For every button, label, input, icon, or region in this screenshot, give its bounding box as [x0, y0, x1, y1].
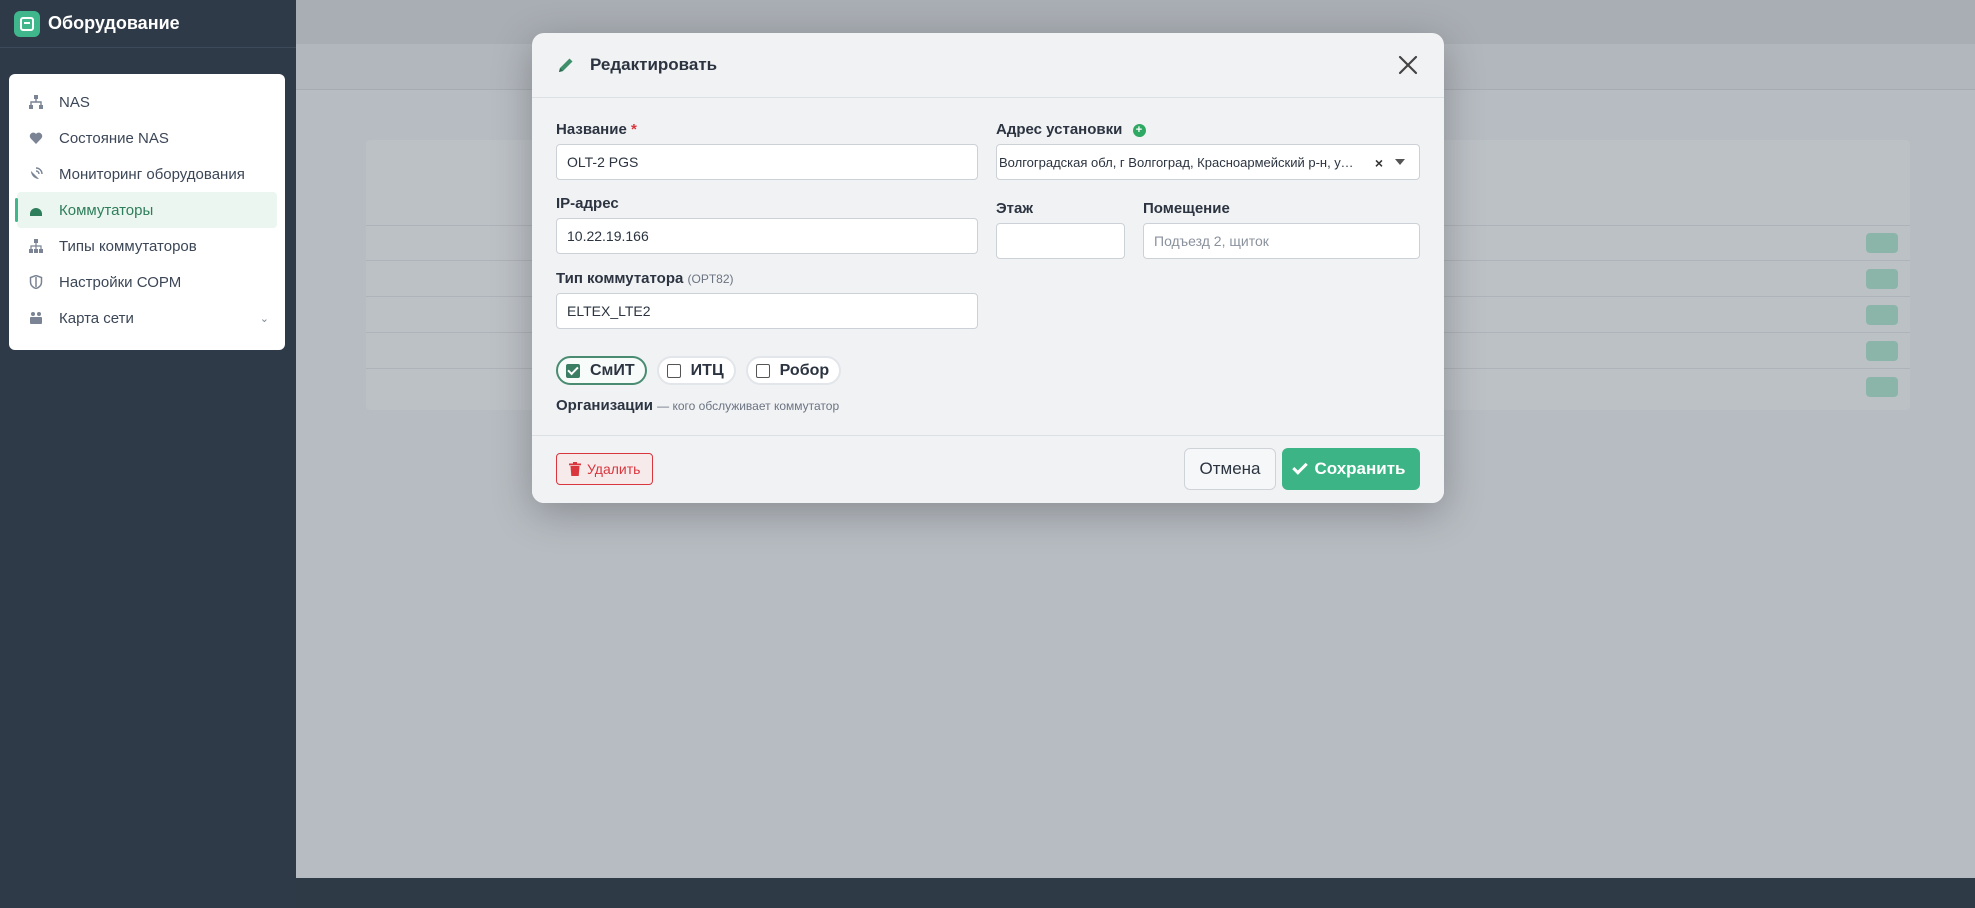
room-label: Помещение	[1143, 200, 1230, 217]
switch-type-hint: (OPT82)	[687, 272, 734, 286]
checkbox-icon[interactable]	[755, 363, 770, 378]
sidebar-item-nas[interactable]: NAS	[9, 84, 285, 120]
address-select-value: Волгоградская обл, г Волгоград, Красноар…	[999, 154, 1361, 170]
trash-icon	[569, 462, 581, 476]
clear-icon[interactable]: ×	[1375, 155, 1383, 171]
sidebar-item-label: Состояние NAS	[59, 129, 169, 147]
name-input[interactable]	[556, 144, 978, 180]
modal-header: Редактировать	[532, 33, 1444, 98]
sitemap-icon	[29, 239, 43, 253]
organization-chips: СмИТ ИТЦ Робор	[556, 356, 842, 385]
sidebar-item-label: Карта сети	[59, 309, 134, 327]
checkbox-checked-icon[interactable]	[566, 363, 580, 378]
org-chip-robor[interactable]: Робор	[745, 356, 842, 385]
org-chip-label: ИТЦ	[690, 361, 724, 379]
sidebar-item-label: Мониторинг оборудования	[59, 165, 245, 183]
sidebar-item-sorm-settings[interactable]: Настройки СОРМ	[9, 264, 285, 300]
org-chip-itc[interactable]: ИТЦ	[656, 356, 736, 385]
switch-type-label: Тип коммутатора (OPT82)	[556, 270, 734, 287]
sidebar-header: Оборудование	[0, 0, 296, 48]
sidebar-item-network-map[interactable]: Карта сети ⌄	[9, 300, 285, 336]
org-chip-smit[interactable]: СмИТ	[556, 356, 647, 385]
address-label-text: Адрес установки	[996, 121, 1123, 138]
organizations-hint: — кого обслуживает коммутатор	[657, 399, 840, 413]
check-icon	[1292, 459, 1309, 475]
network-icon	[29, 95, 43, 109]
switch-type-input[interactable]	[556, 293, 978, 329]
sidebar-item-switches[interactable]: Коммутаторы	[15, 192, 277, 228]
checkbox-icon[interactable]	[666, 363, 681, 378]
equipment-logo-icon	[14, 10, 40, 37]
chevron-down-icon[interactable]: ⌄	[260, 312, 269, 325]
name-label-text: Название	[556, 121, 627, 138]
ip-label: IP-адрес	[556, 195, 619, 212]
sidebar-item-label: NAS	[59, 93, 90, 111]
pencil-icon	[559, 58, 573, 72]
bottom-bar	[296, 878, 1975, 908]
caret-down-icon[interactable]	[1395, 159, 1405, 165]
ip-address-input[interactable]	[556, 218, 978, 254]
row-edit-button	[1866, 341, 1898, 361]
required-mark: *	[630, 121, 637, 138]
satellite-dish-icon	[29, 167, 43, 181]
save-button[interactable]: Сохранить	[1282, 448, 1420, 490]
org-chip-label: СмИТ	[590, 361, 635, 379]
heart-icon	[29, 131, 43, 145]
sidebar-item-label: Настройки СОРМ	[59, 273, 182, 291]
organizations-label-text: Организации	[556, 397, 653, 414]
sidebar-item-nas-status[interactable]: Состояние NAS	[9, 120, 285, 156]
sidebar-item-label: Коммутаторы	[59, 201, 154, 219]
add-address-icon[interactable]: +	[1132, 124, 1146, 137]
edit-modal: Редактировать Название * IP-адрес Тип ко…	[532, 33, 1444, 503]
row-edit-button	[1866, 305, 1898, 325]
sidebar: Оборудование NAS Состояние NAS Мониторин…	[0, 0, 296, 908]
sidebar-menu: NAS Состояние NAS Мониторинг оборудовани…	[9, 74, 285, 350]
modal-footer: Удалить Отмена Сохранить	[532, 435, 1444, 503]
map-people-icon	[29, 311, 43, 325]
switch-dome-icon	[29, 203, 43, 217]
row-edit-button	[1866, 233, 1898, 253]
floor-label: Этаж	[996, 200, 1033, 217]
switch-type-label-text: Тип коммутатора	[556, 270, 684, 287]
row-edit-button	[1866, 377, 1898, 397]
modal-title: Редактировать	[590, 55, 718, 74]
close-icon[interactable]	[1394, 51, 1422, 79]
shield-icon	[29, 275, 43, 289]
sidebar-item-label: Типы коммутаторов	[59, 237, 197, 255]
delete-button[interactable]: Удалить	[556, 453, 654, 485]
floor-input[interactable]	[996, 223, 1125, 259]
sidebar-title: Оборудование	[48, 13, 180, 33]
modal-body: Название * IP-адрес Тип коммутатора (OPT…	[532, 98, 1444, 468]
sidebar-item-monitoring[interactable]: Мониторинг оборудования	[9, 156, 285, 192]
delete-button-label: Удалить	[587, 461, 641, 477]
room-input[interactable]	[1143, 223, 1420, 259]
address-label: Адрес установки +	[996, 121, 1146, 138]
org-chip-label: Робор	[779, 361, 830, 379]
row-edit-button	[1866, 269, 1898, 289]
address-select[interactable]: Волгоградская обл, г Волгоград, Красноар…	[996, 144, 1420, 180]
cancel-button[interactable]: Отмена	[1184, 448, 1276, 490]
sidebar-item-switch-types[interactable]: Типы коммутаторов	[9, 228, 285, 264]
save-button-label: Сохранить	[1314, 459, 1406, 478]
organizations-label: Организации — кого обслуживает коммутато…	[556, 397, 839, 414]
name-label: Название *	[556, 121, 637, 138]
